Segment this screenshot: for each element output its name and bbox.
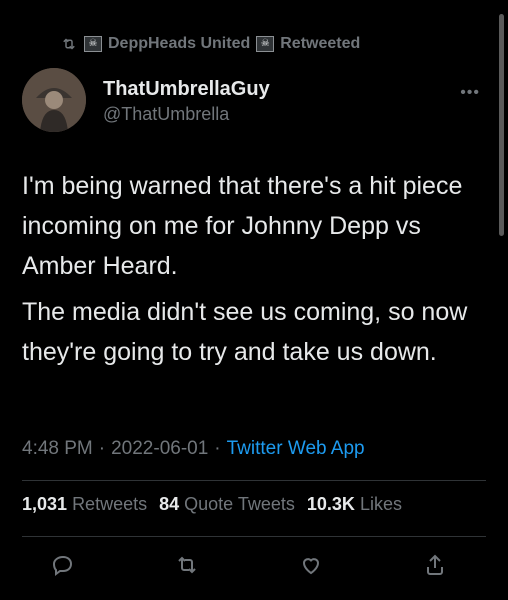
share-icon[interactable] — [422, 552, 448, 578]
quotes-count: 84 — [159, 494, 180, 514]
tweet-date[interactable]: 2022-06-01 — [111, 438, 208, 460]
retweet-context[interactable]: ☠ DeppHeads United ☠ Retweeted — [60, 32, 360, 56]
flag-icon: ☠ — [84, 36, 102, 52]
more-icon[interactable]: ••• — [460, 84, 480, 102]
reply-icon[interactable] — [50, 552, 76, 578]
quotes-label: Quote Tweets — [184, 494, 295, 514]
tweet-meta: 4:48 PM · 2022-06-01 · Twitter Web App — [22, 438, 365, 460]
separator: · — [98, 438, 106, 459]
tweet-paragraph: The media didn't see us coming, so now t… — [22, 298, 468, 366]
retweeter-name[interactable]: DeppHeads United — [108, 35, 250, 53]
avatar[interactable] — [22, 68, 86, 132]
retweets-count: 1,031 — [22, 494, 68, 514]
scrollbar[interactable] — [499, 14, 504, 236]
retweets-label: Retweets — [72, 494, 148, 514]
divider — [22, 536, 486, 537]
quotes-stat[interactable]: 84 Quote Tweets — [159, 494, 295, 515]
author-handle[interactable]: @ThatUmbrella — [103, 102, 270, 126]
tweet-time[interactable]: 4:48 PM — [22, 438, 93, 460]
tweet-text: I'm being warned that there's a hit piec… — [22, 166, 482, 378]
avatar-image — [22, 68, 86, 132]
separator: · — [214, 438, 221, 459]
like-icon[interactable] — [298, 552, 324, 578]
likes-count: 10.3K — [306, 494, 355, 514]
likes-stat[interactable]: 10.3K Likes — [307, 494, 402, 515]
author-name[interactable]: ThatUmbrellaGuy — [103, 76, 270, 102]
retweets-stat[interactable]: 1,031 Retweets — [22, 494, 147, 515]
tweet-paragraph: I'm being warned that there's a hit piec… — [22, 172, 463, 280]
tweet-stats: 1,031 Retweets 84 Quote Tweets 10.3K Lik… — [22, 494, 402, 515]
retweet-action-icon[interactable] — [174, 552, 200, 578]
divider — [22, 480, 486, 481]
retweeted-label: Retweeted — [280, 35, 361, 52]
action-bar — [50, 552, 448, 578]
likes-label: Likes — [359, 494, 402, 514]
source-app-link[interactable]: Twitter Web App — [227, 438, 365, 460]
retweet-icon — [63, 38, 75, 50]
flag-icon: ☠ — [256, 36, 275, 52]
